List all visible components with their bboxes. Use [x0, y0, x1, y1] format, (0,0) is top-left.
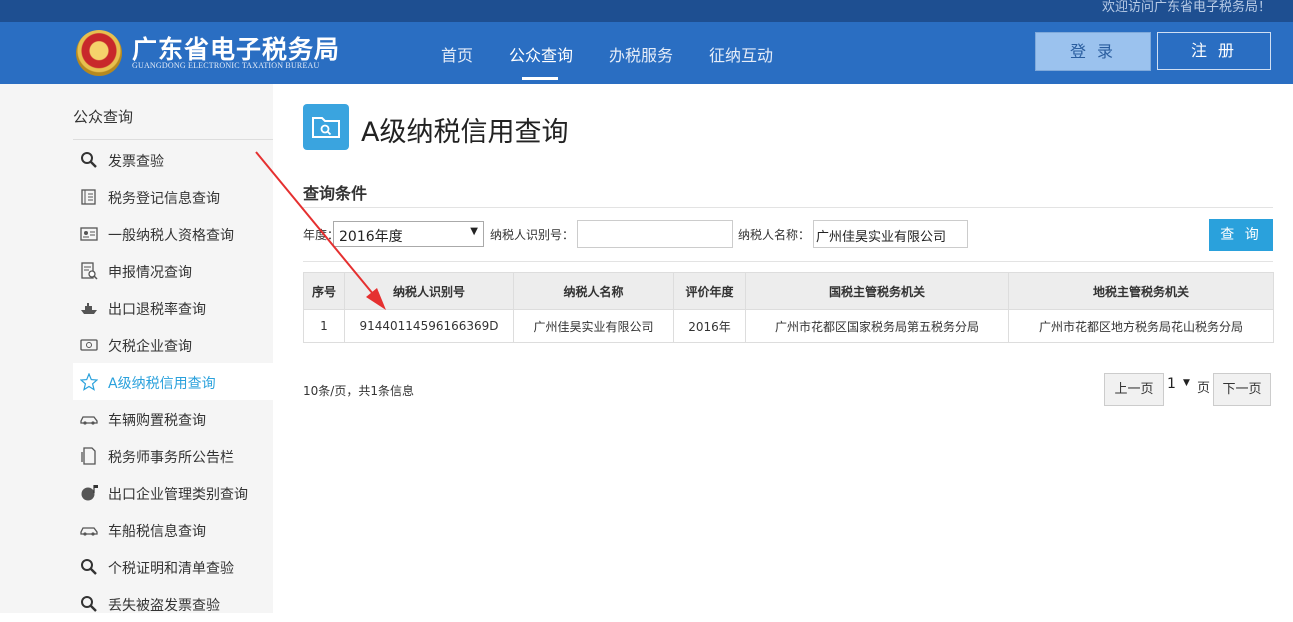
sidebar-item-a-credit[interactable]: A级纳税信用查询: [73, 363, 273, 400]
page-unit: 页: [1197, 381, 1211, 396]
magnifier-icon: [81, 152, 97, 168]
page-number[interactable]: 1: [1167, 376, 1176, 392]
name-label: 纳税人名称：: [738, 228, 811, 242]
cell-name: 广州佳昊实业有限公司: [513, 309, 674, 343]
magnifier-icon: [81, 559, 97, 575]
cell-taxid: 91440114596166369D: [344, 309, 514, 343]
nav-public-query[interactable]: 公众查询: [509, 42, 573, 66]
sidebar-item-income-tax-proof[interactable]: 个税证明和清单查验: [73, 548, 273, 585]
result-table: 序号 纳税人识别号 纳税人名称 评价年度 国税主管税务机关 地税主管税务机关 1…: [303, 272, 1274, 343]
sidebar-item-label: 欠税企业查询: [108, 339, 192, 355]
table-header-row: 序号 纳税人识别号 纳税人名称 评价年度 国税主管税务机关 地税主管税务机关: [303, 272, 1274, 310]
card-icon: [80, 339, 98, 351]
sidebar-item-label: 税务登记信息查询: [108, 191, 220, 207]
taxid-label: 纳税人识别号：: [490, 228, 575, 242]
register-button[interactable]: 注 册: [1157, 32, 1271, 70]
col-header-year: 评价年度: [673, 272, 746, 310]
prev-page-button[interactable]: 上一页: [1104, 373, 1164, 406]
emblem-icon: [76, 30, 122, 76]
cell-year: 2016年: [673, 309, 746, 343]
sidebar-item-label: 个税证明和清单查验: [108, 561, 234, 577]
car-icon: [80, 527, 98, 536]
col-header-national-bureau: 国税主管税务机关: [745, 272, 1009, 310]
nav-interaction[interactable]: 征纳互动: [709, 42, 773, 66]
sidebar-item-label: 车辆购置税查询: [108, 413, 206, 429]
page-title: A级纳税信用查询: [361, 117, 569, 148]
sidebar-item-vehicle-tax[interactable]: 车辆购置税查询: [73, 400, 273, 437]
site-subtitle: GUANGDONG ELECTRONIC TAXATION BUREAU: [132, 61, 320, 70]
next-page-button[interactable]: 下一页: [1213, 373, 1271, 406]
magnifier-icon: [81, 596, 97, 612]
cell-national-bureau: 广州市花都区国家税务局第五税务分局: [745, 309, 1009, 343]
cell-local-bureau: 广州市花都区地方税务局花山税务分局: [1008, 309, 1274, 343]
sidebar-item-invoice-check[interactable]: 发票查验: [73, 141, 273, 178]
section-title: 查询条件: [303, 184, 368, 203]
sidebar-heading: 公众查询: [73, 108, 134, 126]
nav-home[interactable]: 首页: [441, 42, 473, 66]
cell-index: 1: [303, 309, 345, 343]
sidebar-item-lost-invoice[interactable]: 丢失被盗发票查验: [73, 585, 273, 622]
sidebar-item-registration[interactable]: 税务登记信息查询: [73, 178, 273, 215]
page-dropdown-icon[interactable]: ▼: [1183, 378, 1190, 388]
sidebar-item-label: 车船税信息查询: [108, 524, 206, 540]
query-button[interactable]: 查 询: [1209, 219, 1273, 251]
taxid-input[interactable]: [577, 220, 733, 248]
sidebar-item-tax-arrears[interactable]: 欠税企业查询: [73, 326, 273, 363]
col-header-taxid: 纳税人识别号: [344, 272, 514, 310]
sidebar-item-general-taxpayer[interactable]: 一般纳税人资格查询: [73, 215, 273, 252]
sidebar-item-tax-agent-bulletin[interactable]: 税务师事务所公告栏: [73, 437, 273, 474]
id-card-icon: [80, 227, 98, 241]
header: 广东省电子税务局 GUANGDONG ELECTRONIC TAXATION B…: [0, 22, 1293, 84]
sidebar: 公众查询 发票查验 税务登记信息查询 一般纳税人资格查询 申报情况查询 出口退税…: [0, 84, 273, 614]
sidebar-item-label: 丢失被盗发票查验: [108, 598, 220, 614]
taxpayer-name-input[interactable]: 广州佳昊实业有限公司: [813, 220, 968, 248]
nav-tax-service[interactable]: 办税服务: [609, 42, 673, 66]
sidebar-item-declaration[interactable]: 申报情况查询: [73, 252, 273, 289]
pager-info: 10条/页，共1条信息: [303, 384, 414, 398]
register-book-icon: [81, 189, 96, 205]
sidebar-item-label: 发票查验: [108, 154, 164, 170]
report-doc-icon: [81, 262, 98, 280]
folder-search-icon: [303, 104, 349, 150]
top-bar: 欢迎访问广东省电子税务局！: [0, 0, 1293, 22]
sidebar-item-label: 申报情况查询: [108, 265, 192, 281]
sidebar-item-label: 出口退税率查询: [108, 302, 206, 318]
nav-active-indicator: [522, 77, 558, 80]
col-header-local-bureau: 地税主管税务机关: [1008, 272, 1274, 310]
sidebar-item-label: A级纳税信用查询: [108, 376, 216, 392]
ship-icon: [81, 303, 97, 314]
bulletin-icon: [81, 447, 96, 465]
year-select-value: 2016年度: [339, 229, 403, 245]
col-header-index: 序号: [303, 272, 345, 310]
dropdown-arrow-icon: ▼: [470, 226, 478, 237]
star-icon: [80, 373, 98, 391]
filter-divider: [303, 261, 1273, 262]
sidebar-item-label: 一般纳税人资格查询: [108, 228, 234, 244]
section-divider: [303, 207, 1273, 208]
sidebar-divider: [73, 139, 273, 140]
col-header-name: 纳税人名称: [513, 272, 674, 310]
login-button[interactable]: 登 录: [1035, 32, 1151, 71]
welcome-text: 欢迎访问广东省电子税务局！: [1101, 0, 1271, 15]
sidebar-item-export-rebate[interactable]: 出口退税率查询: [73, 289, 273, 326]
sidebar-item-export-category[interactable]: 出口企业管理类别查询: [73, 474, 273, 511]
year-select[interactable]: 2016年度 ▼: [333, 221, 484, 247]
car-icon: [80, 416, 98, 425]
taxpayer-name-value: 广州佳昊实业有限公司: [816, 230, 947, 245]
sidebar-item-label: 税务师事务所公告栏: [108, 450, 234, 466]
table-row: 1 91440114596166369D 广州佳昊实业有限公司 2016年 广州…: [303, 309, 1274, 343]
globe-flag-icon: [81, 485, 98, 501]
sidebar-item-label: 出口企业管理类别查询: [108, 487, 248, 503]
sidebar-item-vessel-tax[interactable]: 车船税信息查询: [73, 511, 273, 548]
